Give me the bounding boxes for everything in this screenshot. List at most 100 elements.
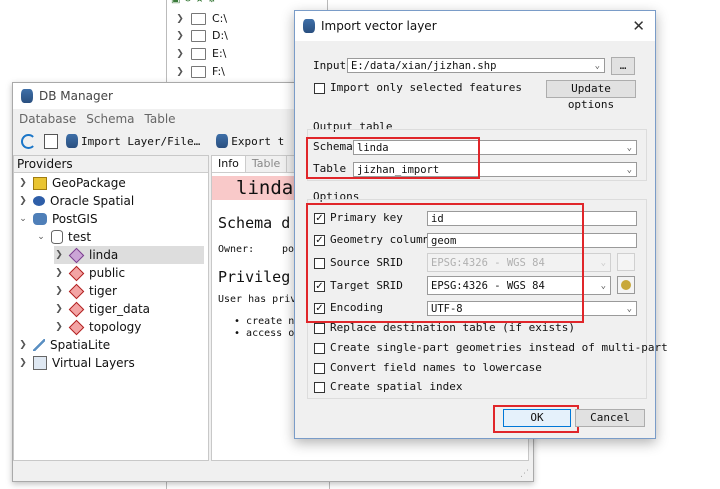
chevron-right-icon: ❯ xyxy=(176,49,184,59)
tree-item-virtual-layers[interactable]: ❯ Virtual Layers xyxy=(18,354,135,372)
globe-icon xyxy=(621,280,631,290)
chevron-right-icon: ❯ xyxy=(55,268,63,278)
schema-details-heading: Schema d xyxy=(218,214,291,232)
crs-select-icon[interactable] xyxy=(617,276,635,294)
browser-item-f[interactable]: ❯ F:\ xyxy=(175,64,225,80)
lowercase-checkbox[interactable] xyxy=(314,363,325,374)
providers-header: Providers xyxy=(14,156,208,173)
tree-item-tiger[interactable]: ❯ tiger xyxy=(54,282,117,300)
schema-icon xyxy=(68,283,85,299)
folder-icon xyxy=(191,66,206,78)
only-selected-checkbox[interactable] xyxy=(314,83,325,94)
schema-icon xyxy=(68,265,85,281)
update-options-button[interactable]: Update options xyxy=(546,80,636,111)
browser-item-c[interactable]: ❯ C:\ xyxy=(175,11,227,27)
tab-info[interactable]: Info xyxy=(212,156,246,172)
tree-item-tiger-data[interactable]: ❯ tiger_data xyxy=(54,300,150,318)
chevron-right-icon: ❯ xyxy=(19,196,27,206)
schema-icon xyxy=(68,247,85,263)
only-selected-label: Import only selected features xyxy=(330,81,523,94)
ok-highlight xyxy=(493,405,579,433)
spatial-index-checkbox[interactable] xyxy=(314,382,325,393)
chevron-right-icon: ❯ xyxy=(176,31,184,41)
providers-tree: Providers ❯ GeoPackage ❯ Oracle Spatial ⌄ P… xyxy=(13,155,209,461)
dialog-titlebar: Import vector layer xyxy=(295,11,655,41)
database-export-icon xyxy=(216,134,229,148)
tree-item-public[interactable]: ❯ public xyxy=(54,264,125,282)
virtual-layer-icon xyxy=(33,356,47,370)
browse-button[interactable]: … xyxy=(611,57,635,75)
resize-grip-icon[interactable]: ⋰ xyxy=(520,469,529,479)
menu-database[interactable]: Database xyxy=(19,112,76,126)
replace-checkbox[interactable] xyxy=(314,323,325,334)
browser-toolbar-icons: ▣ ↻ ★ ⚙ xyxy=(171,0,216,5)
chevron-right-icon: ❯ xyxy=(19,340,27,350)
folder-icon xyxy=(191,48,206,60)
status-bar: ⋰ xyxy=(13,463,533,481)
options-highlight xyxy=(306,203,584,323)
chevron-down-icon: ⌄ xyxy=(626,304,632,314)
user-privileges-text: User has priv xyxy=(218,294,297,305)
browser-item-e[interactable]: ❯ E:\ xyxy=(175,46,226,62)
owner-value: po xyxy=(282,244,295,255)
crs-select-icon[interactable] xyxy=(617,253,635,271)
privilege-bullet: • create n xyxy=(234,316,295,327)
menu-schema[interactable]: Schema xyxy=(86,112,134,126)
tree-item-linda[interactable]: ❯ linda xyxy=(54,246,204,264)
chevron-right-icon: ❯ xyxy=(55,322,63,332)
tree-item-postgis[interactable]: ⌄ PostGIS xyxy=(18,210,97,228)
lowercase-label: Convert field names to lowercase xyxy=(330,361,542,374)
spatialite-feather-icon xyxy=(33,339,45,351)
tree-item-spatialite[interactable]: ❯ SpatiaLite xyxy=(18,336,110,354)
database-icon xyxy=(21,89,33,103)
input-path-combo[interactable]: E:/data/xian/jizhan.shp ⌄ xyxy=(347,58,605,73)
import-layer-button[interactable]: Import Layer/File… xyxy=(66,134,200,148)
privilege-bullet: • access o xyxy=(234,328,295,339)
postgis-elephant-icon xyxy=(33,213,47,225)
chevron-right-icon: ❯ xyxy=(19,358,27,368)
replace-label: Replace destination table (if exists) xyxy=(330,321,576,334)
cancel-button[interactable]: Cancel xyxy=(575,409,645,427)
single-part-checkbox[interactable] xyxy=(314,343,325,354)
refresh-icon[interactable] xyxy=(21,133,36,149)
sql-window-icon[interactable] xyxy=(44,133,58,149)
chevron-right-icon: ❯ xyxy=(55,250,63,260)
chevron-right-icon: ❯ xyxy=(55,304,63,314)
input-label: Input xyxy=(313,59,347,72)
schema-icon xyxy=(68,319,85,335)
chevron-down-icon: ⌄ xyxy=(37,232,45,242)
chevron-down-icon: ⌄ xyxy=(600,258,606,268)
tree-item-geopackage[interactable]: ❯ GeoPackage xyxy=(18,174,126,192)
chevron-right-icon: ❯ xyxy=(176,67,184,77)
chevron-down-icon: ⌄ xyxy=(626,165,632,175)
tree-item-topology[interactable]: ❯ topology xyxy=(54,318,141,336)
chevron-right-icon: ❯ xyxy=(176,14,184,24)
menu-table[interactable]: Table xyxy=(145,112,176,126)
tree-item-oracle[interactable]: ❯ Oracle Spatial xyxy=(18,192,134,210)
folder-icon xyxy=(191,30,206,42)
export-button[interactable]: Export t xyxy=(216,134,284,148)
schema-icon xyxy=(68,301,85,317)
import-vector-layer-dialog: Import vector layer ✕ Input E:/data/xian… xyxy=(294,10,668,439)
geopackage-icon xyxy=(33,176,47,190)
window-title: DB Manager xyxy=(39,89,113,103)
privileges-heading: Privileg xyxy=(218,268,291,286)
spatial-index-label: Create spatial index xyxy=(330,380,463,393)
browser-item-d[interactable]: ❯ D:\ xyxy=(175,28,228,44)
chevron-right-icon: ❯ xyxy=(55,286,63,296)
chevron-down-icon: ⌄ xyxy=(600,281,606,291)
database-icon xyxy=(51,230,63,244)
tab-table[interactable]: Table xyxy=(246,156,288,172)
database-import-icon xyxy=(66,134,78,148)
dialog-title: Import vector layer xyxy=(321,19,437,33)
chevron-down-icon: ⌄ xyxy=(594,61,600,71)
tree-item-test[interactable]: ⌄ test xyxy=(36,228,91,246)
folder-icon xyxy=(191,13,206,25)
database-icon xyxy=(303,19,315,33)
close-icon[interactable]: ✕ xyxy=(632,17,645,35)
chevron-down-icon: ⌄ xyxy=(19,214,27,224)
chevron-right-icon: ❯ xyxy=(19,178,27,188)
oracle-icon xyxy=(33,196,45,206)
owner-label: Owner: xyxy=(218,244,255,255)
schema-table-highlight xyxy=(306,137,480,179)
